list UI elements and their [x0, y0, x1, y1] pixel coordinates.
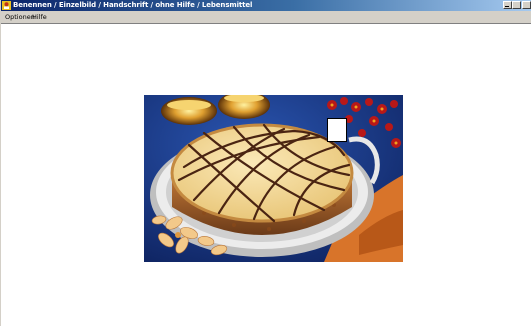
window-title: Benennen / Einzelbild / Handschrift / oh…	[13, 1, 253, 9]
menu-hilfe[interactable]: Hilfe	[31, 11, 48, 24]
minimize-button[interactable]	[503, 1, 512, 9]
window-edge	[0, 24, 1, 326]
selection-marker[interactable]	[327, 118, 347, 142]
close-button[interactable]	[522, 1, 531, 9]
title-bar[interactable]: Benennen / Einzelbild / Handschrift / oh…	[1, 0, 531, 11]
app-icon	[2, 1, 11, 10]
menu-bar: Optionen Hilfe	[1, 11, 531, 24]
maximize-button[interactable]	[512, 1, 521, 9]
cheesecake-photo[interactable]	[144, 95, 403, 262]
minimize-icon	[505, 6, 509, 7]
